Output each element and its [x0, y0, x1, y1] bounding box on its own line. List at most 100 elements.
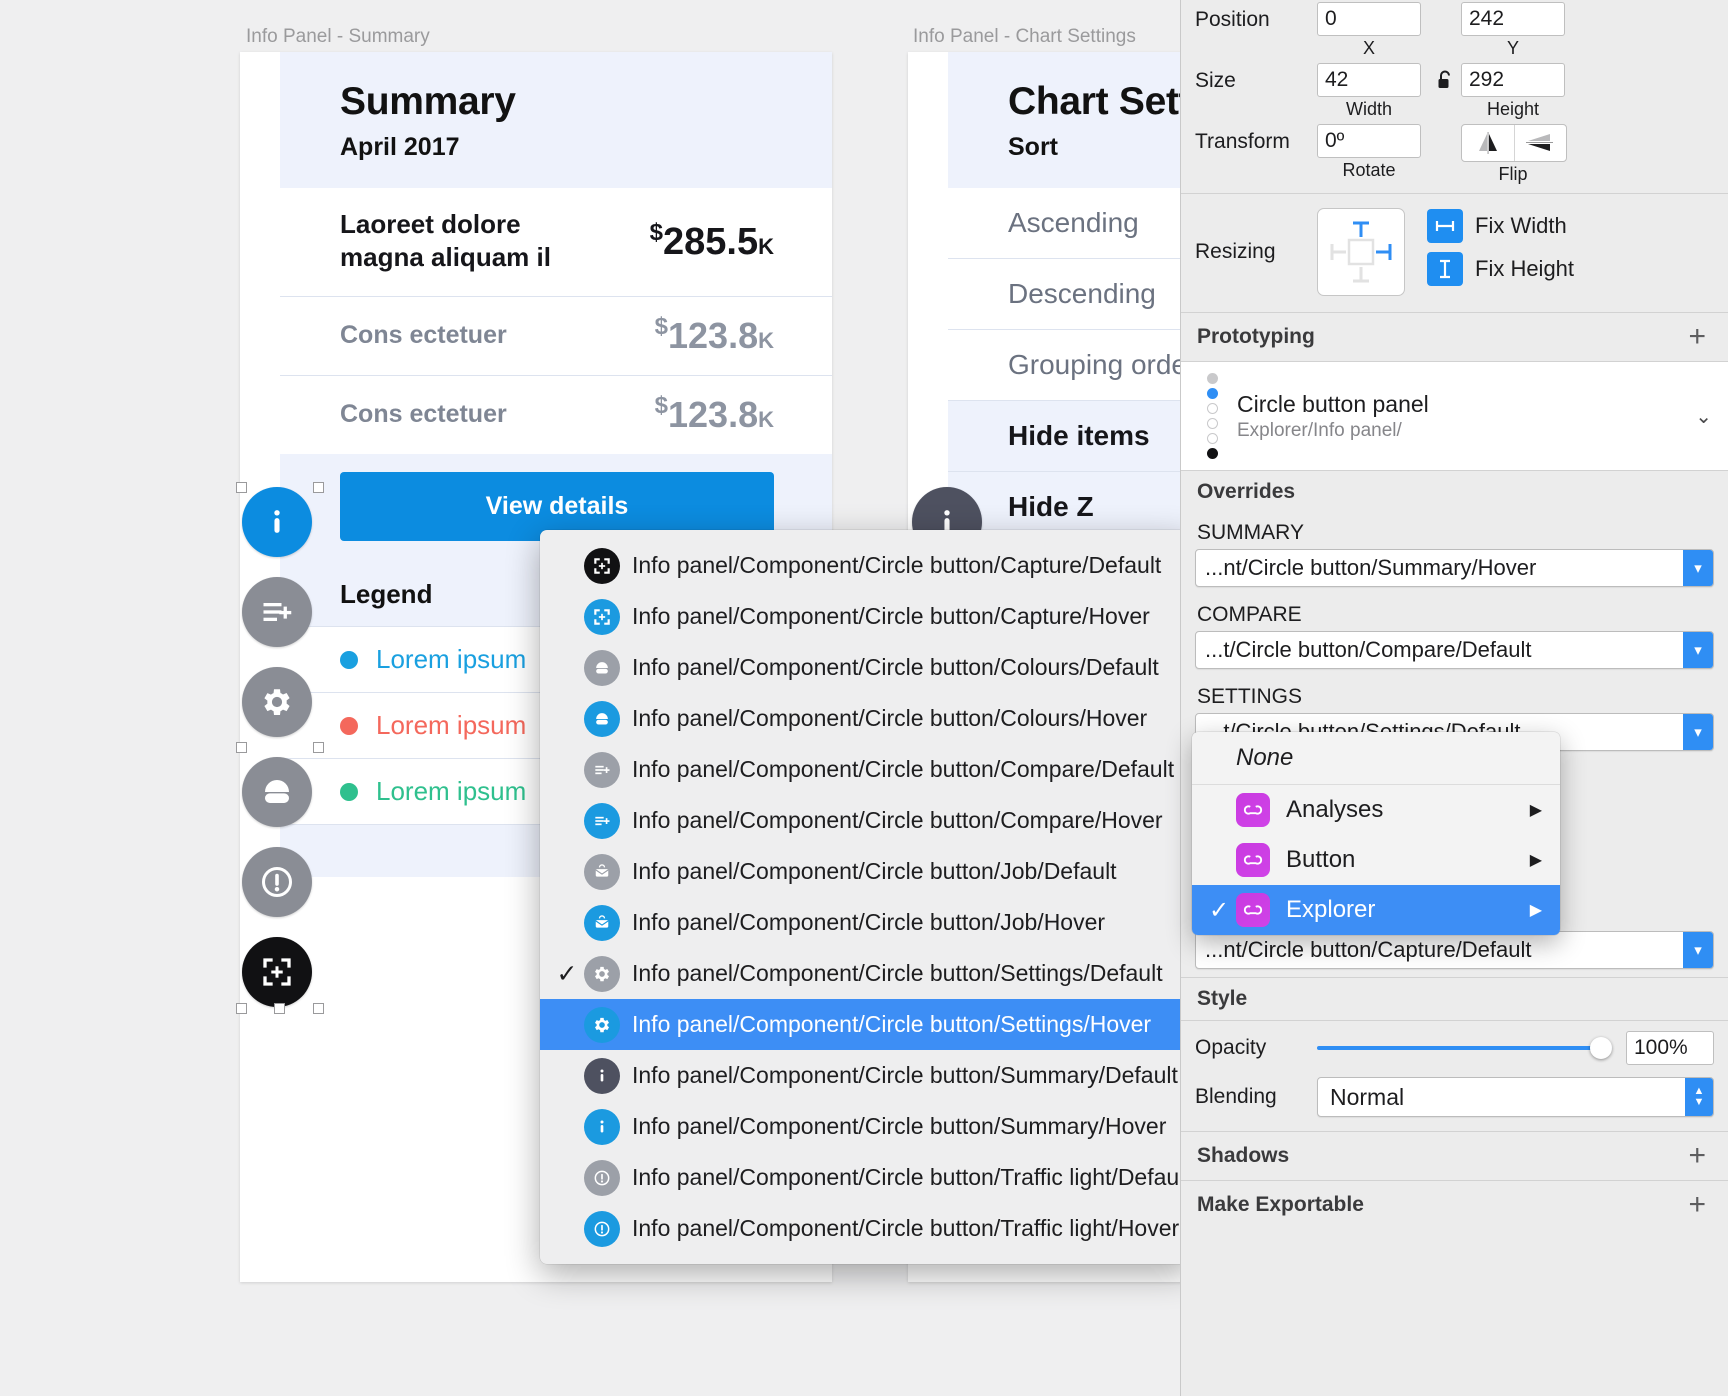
selection-handle[interactable]	[313, 482, 324, 493]
symbol-group-explorer[interactable]: ✓ Explorer ▶	[1192, 885, 1560, 935]
chevron-down-icon[interactable]: ▾	[1683, 632, 1713, 668]
position-y-input[interactable]	[1461, 2, 1565, 36]
context-menu-item[interactable]: Info panel/Component/Circle button/Colou…	[540, 693, 1192, 744]
chevron-down-icon[interactable]: ⌄	[1687, 404, 1712, 429]
context-menu-item[interactable]: Info panel/Component/Circle button/Captu…	[540, 591, 1192, 642]
flip-horizontal-icon	[1478, 132, 1497, 154]
chevron-right-icon[interactable]: ▶	[1530, 850, 1550, 870]
flip-horizontal-button[interactable]	[1462, 125, 1514, 161]
flip-vertical-button[interactable]	[1513, 125, 1567, 161]
context-menu-item[interactable]: Info panel/Component/Circle button/Summa…	[540, 1101, 1192, 1152]
circle-button-traffic-light[interactable]	[242, 847, 312, 917]
context-menu-item-label: Info panel/Component/Circle button/Compa…	[632, 807, 1163, 833]
selection-handle[interactable]	[313, 742, 324, 753]
context-menu-item-label: Info panel/Component/Circle button/Setti…	[632, 1011, 1152, 1037]
inspector-panel[interactable]: Position X Y Size Width	[1180, 0, 1728, 1396]
canvas-area[interactable]: Info Panel - Summary Info Panel - Chart …	[0, 0, 1508, 1396]
symbol-group-analyses[interactable]: Analyses ▶	[1192, 785, 1560, 835]
circle-button-compare[interactable]	[242, 577, 312, 647]
circle-button-capture[interactable]	[242, 937, 312, 1007]
summary-subtitle: April 2017	[340, 132, 460, 161]
context-menu-item-checked[interactable]: ✓ Info panel/Component/Circle button/Sett…	[540, 948, 1192, 999]
symbol-chooser-popup[interactable]: None Analyses ▶ Button ▶ ✓ Explorer ▶	[1192, 732, 1560, 935]
symbol-option-none[interactable]: None	[1192, 732, 1560, 785]
fix-width-button[interactable]: Fix Width	[1427, 209, 1574, 243]
add-export-button[interactable]: +	[1688, 1190, 1706, 1220]
context-menu-item[interactable]: Info panel/Component/Circle button/Compa…	[540, 744, 1192, 795]
circle-button-summary[interactable]	[242, 487, 312, 557]
chart-setting-label: Grouping orde	[1008, 348, 1188, 380]
kpi-row-number: 123.8	[668, 394, 759, 436]
position-x-input[interactable]	[1317, 2, 1421, 36]
position-label: Position	[1195, 8, 1270, 31]
context-menu-item[interactable]: Info panel/Component/Circle button/Summa…	[540, 1050, 1192, 1101]
symbol-icon	[1236, 893, 1270, 927]
context-menu-item[interactable]: Info panel/Component/Circle button/Traff…	[540, 1152, 1192, 1203]
kpi-row: Cons ectetuer $123.8K	[280, 375, 832, 455]
prototyping-target-row[interactable]: Circle button panel Explorer/Info panel/…	[1181, 361, 1728, 470]
selection-handle[interactable]	[274, 1003, 285, 1014]
size-height-input[interactable]	[1461, 63, 1565, 97]
resizing-constraints-widget[interactable]	[1317, 208, 1405, 296]
override-select-summary[interactable]: ...nt/Circle button/Summary/Hover ▾	[1195, 549, 1714, 587]
legend-item-label: Lorem ipsum	[376, 710, 527, 741]
resizing-label: Resizing	[1195, 240, 1276, 263]
chevron-down-icon[interactable]: ▾	[1683, 550, 1713, 586]
prototyping-target: Circle button panel Explorer/Info panel/	[1227, 391, 1687, 442]
override-select-capture[interactable]: ...nt/Circle button/Capture/Default ▾	[1195, 931, 1714, 969]
rotate-input[interactable]	[1317, 124, 1421, 158]
transform-label: Transform	[1195, 130, 1290, 153]
menu-item-icon	[582, 853, 622, 890]
menu-item-icon	[582, 1057, 622, 1094]
circle-button-colours[interactable]	[242, 757, 312, 827]
colours-icon	[596, 661, 608, 673]
context-menu-item-label: Info panel/Component/Circle button/Summa…	[632, 1113, 1167, 1139]
blending-select[interactable]: Normal ▲ ▼	[1317, 1077, 1714, 1117]
context-menu-item-label: Info panel/Component/Circle button/Colou…	[632, 654, 1159, 680]
chevron-down-icon[interactable]: ▾	[1683, 932, 1713, 968]
circle-button-panel[interactable]	[242, 487, 318, 1027]
size-width-input[interactable]	[1317, 63, 1421, 97]
context-menu-item[interactable]: Info panel/Component/Circle button/Colou…	[540, 642, 1192, 693]
opacity-label: Opacity	[1195, 1036, 1267, 1059]
position-x-group: X	[1317, 2, 1421, 59]
context-menu-item[interactable]: Info panel/Component/Circle button/Compa…	[540, 795, 1192, 846]
stepper-icon[interactable]: ▲ ▼	[1685, 1078, 1713, 1116]
kpi-row-currency: $	[654, 313, 669, 341]
add-prototyping-button[interactable]: +	[1688, 322, 1706, 352]
size-row: Size Width Height	[1181, 63, 1728, 120]
style-section-header: Style	[1181, 977, 1728, 1020]
aspect-lock-toggle[interactable]	[1435, 63, 1457, 98]
opacity-slider[interactable]	[1317, 1031, 1612, 1065]
selection-handle[interactable]	[236, 482, 247, 493]
selection-handle[interactable]	[236, 742, 247, 753]
context-menu-item[interactable]: Info panel/Component/Circle button/Job/D…	[540, 846, 1192, 897]
opacity-slider-knob[interactable]	[1590, 1037, 1612, 1059]
symbol-group-button[interactable]: Button ▶	[1192, 835, 1560, 885]
chevron-down-icon[interactable]: ▾	[1683, 714, 1713, 750]
size-height-caption: Height	[1486, 99, 1540, 119]
chevron-right-icon[interactable]: ▶	[1530, 800, 1550, 820]
context-menu-item[interactable]: Info panel/Component/Circle button/Job/H…	[540, 897, 1192, 948]
chevron-right-icon[interactable]: ▶	[1530, 900, 1550, 920]
opacity-input[interactable]	[1626, 1031, 1714, 1065]
override-label-settings: SETTINGS	[1197, 685, 1303, 708]
opacity-row: Opacity	[1181, 1021, 1728, 1075]
flip-buttons[interactable]	[1461, 124, 1567, 162]
context-menu-item[interactable]: Info panel/Component/Circle button/Traff…	[540, 1203, 1192, 1254]
menu-item-icon	[582, 1159, 622, 1196]
context-menu-item[interactable]: Info panel/Component/Circle button/Captu…	[540, 540, 1192, 591]
kpi-main-label-line1: Laoreet dolore	[340, 208, 521, 239]
fix-height-button[interactable]: Fix Height	[1427, 252, 1574, 286]
context-menu-item-selected[interactable]: Info panel/Component/Circle button/Setti…	[540, 999, 1192, 1050]
lock-spacer	[1435, 124, 1457, 130]
circle-button-settings[interactable]	[242, 667, 312, 737]
add-shadow-button[interactable]: +	[1688, 1141, 1706, 1171]
gear-icon	[595, 966, 609, 981]
position-row: Position X Y	[1181, 2, 1728, 59]
menu-item-icon	[582, 700, 622, 737]
selection-handle[interactable]	[236, 1003, 247, 1014]
override-select-compare[interactable]: ...t/Circle button/Compare/Default ▾	[1195, 631, 1714, 669]
symbol-instance-context-menu[interactable]: Info panel/Component/Circle button/Captu…	[540, 530, 1192, 1264]
selection-handle[interactable]	[313, 1003, 324, 1014]
